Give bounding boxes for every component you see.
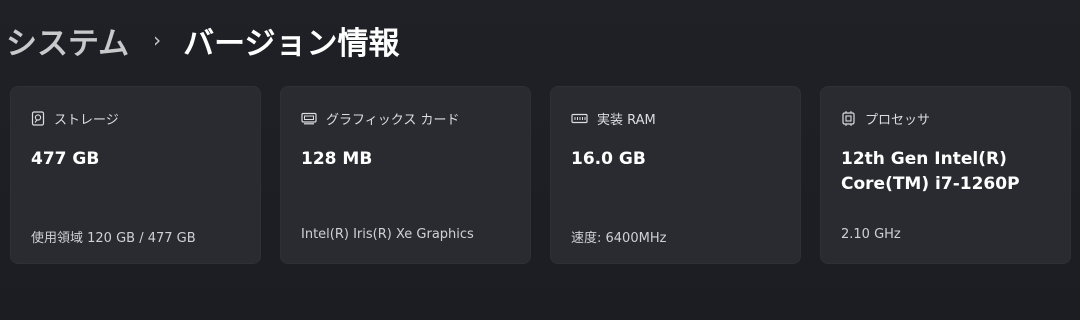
about-page: システム › バージョン情報 ストレージ 477 GB 使用領域 120 GB … [0, 0, 1080, 320]
card-value: 16.0 GB [571, 149, 646, 169]
processor-card[interactable]: プロセッサ 12th Gen Intel(R) Core(TM) i7-1260… [820, 86, 1071, 264]
storage-card[interactable]: ストレージ 477 GB 使用領域 120 GB / 477 GB [10, 86, 261, 264]
card-detail: 速度: 6400MHz [571, 231, 667, 246]
card-value: 128 MB [301, 149, 373, 169]
card-header: グラフィックス カード [301, 109, 459, 128]
page-title: バージョン情報 [183, 25, 400, 62]
graphics-card-icon [301, 112, 317, 125]
graphics-card[interactable]: グラフィックス カード 128 MB Intel(R) Iris(R) Xe G… [280, 86, 531, 264]
card-detail: Intel(R) Iris(R) Xe Graphics [301, 227, 474, 242]
card-value: 12th Gen Intel(R) Core(TM) i7-1260P [841, 149, 1020, 194]
ram-card[interactable]: 実装 RAM 16.0 GB 速度: 6400MHz [550, 86, 801, 264]
card-detail: 2.10 GHz [841, 227, 901, 242]
storage-icon [31, 111, 45, 126]
memory-icon [571, 113, 588, 124]
card-header: ストレージ [31, 109, 119, 128]
breadcrumb-chevron-icon: › [153, 28, 162, 52]
card-header: プロセッサ [841, 109, 930, 128]
card-title: グラフィックス カード [326, 113, 460, 128]
spec-cards: ストレージ 477 GB 使用領域 120 GB / 477 GB グラフィック… [10, 86, 1071, 264]
card-value: 477 GB [31, 149, 100, 169]
breadcrumb: システム › バージョン情報 [6, 18, 399, 62]
card-title: ストレージ [54, 113, 119, 128]
card-title: プロセッサ [865, 113, 931, 128]
breadcrumb-system-link[interactable]: システム [6, 18, 129, 63]
card-header: 実装 RAM [571, 109, 656, 128]
card-title: 実装 RAM [597, 113, 656, 128]
processor-icon [841, 111, 856, 126]
card-detail: 使用領域 120 GB / 477 GB [31, 231, 196, 246]
